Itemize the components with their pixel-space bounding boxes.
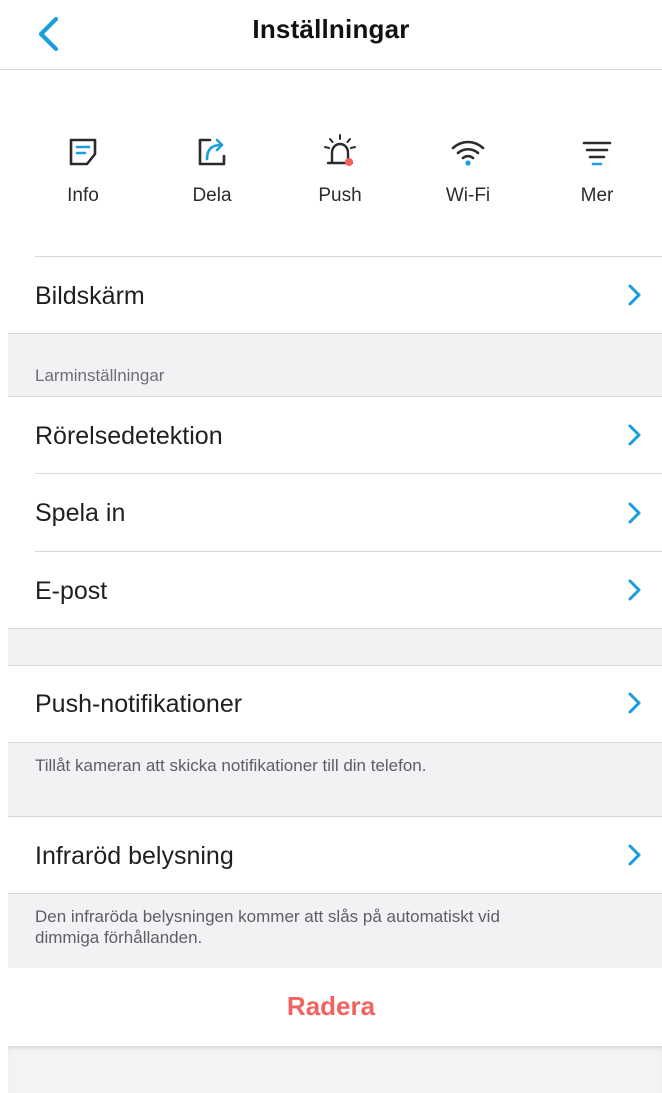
alarm-bell-icon — [324, 134, 356, 166]
divider — [8, 893, 662, 894]
quick-action-label: Dela — [192, 185, 232, 206]
share-icon — [198, 138, 226, 166]
more-lines-icon — [582, 141, 612, 166]
settings-screen: Inställningar Info Dela Push Wi-Fi Mer B… — [0, 0, 662, 1093]
chevron-right-icon — [628, 844, 641, 866]
row-display[interactable]: Bildskärm — [0, 257, 662, 333]
navigation-bar: Inställningar — [0, 0, 662, 70]
quick-action-label: Push — [318, 185, 362, 206]
page-title: Inställningar — [252, 14, 410, 44]
row-label: Infraröd belysning — [35, 842, 234, 870]
section-spacer — [8, 628, 662, 666]
divider — [8, 742, 662, 743]
quick-action-label: Wi-Fi — [445, 185, 491, 206]
quick-actions-bar: Info Dela Push Wi-Fi Mer — [0, 70, 662, 256]
row-label: Rörelsedetektion — [35, 422, 223, 450]
delete-button[interactable]: Radera — [0, 968, 662, 1046]
row-record[interactable]: Spela in — [0, 474, 662, 551]
row-label: Bildskärm — [35, 282, 145, 310]
row-motion-detection[interactable]: Rörelsedetektion — [0, 397, 662, 473]
footnote-infrared: Den infraröda belysningen kommer att slå… — [35, 907, 500, 947]
footnote-background — [8, 742, 662, 817]
row-label: Push-notifikationer — [35, 690, 243, 718]
divider — [8, 628, 662, 629]
wifi-icon — [451, 140, 485, 166]
chevron-right-icon — [628, 424, 641, 446]
chevron-right-icon — [628, 579, 641, 601]
quick-action-share[interactable]: Dela — [157, 132, 267, 207]
quick-action-label: Info — [67, 185, 99, 206]
row-label: E-post — [35, 577, 108, 605]
delete-label: Radera — [286, 991, 376, 1021]
chevron-right-icon — [628, 692, 641, 714]
section-header-alarm: Larminställningar — [35, 366, 165, 385]
quick-action-info[interactable]: Info — [28, 132, 138, 207]
info-note-icon — [69, 138, 97, 166]
row-push-notifications[interactable]: Push-notifikationer — [0, 666, 662, 742]
quick-action-push[interactable]: Push — [285, 132, 395, 207]
quick-action-label: Mer — [580, 185, 614, 206]
divider — [8, 333, 662, 334]
bottom-background — [8, 1046, 662, 1093]
chevron-right-icon — [628, 502, 641, 524]
row-label: Spela in — [35, 499, 126, 527]
row-email[interactable]: E-post — [0, 552, 662, 628]
footnote-push: Tillåt kameran att skicka notifikationer… — [35, 756, 427, 775]
quick-action-wifi[interactable]: Wi-Fi — [413, 132, 523, 207]
section-header-background — [8, 333, 662, 396]
row-infrared[interactable]: Infraröd belysning — [0, 817, 662, 893]
quick-action-more[interactable]: Mer — [542, 132, 652, 207]
chevron-right-icon — [628, 284, 641, 306]
